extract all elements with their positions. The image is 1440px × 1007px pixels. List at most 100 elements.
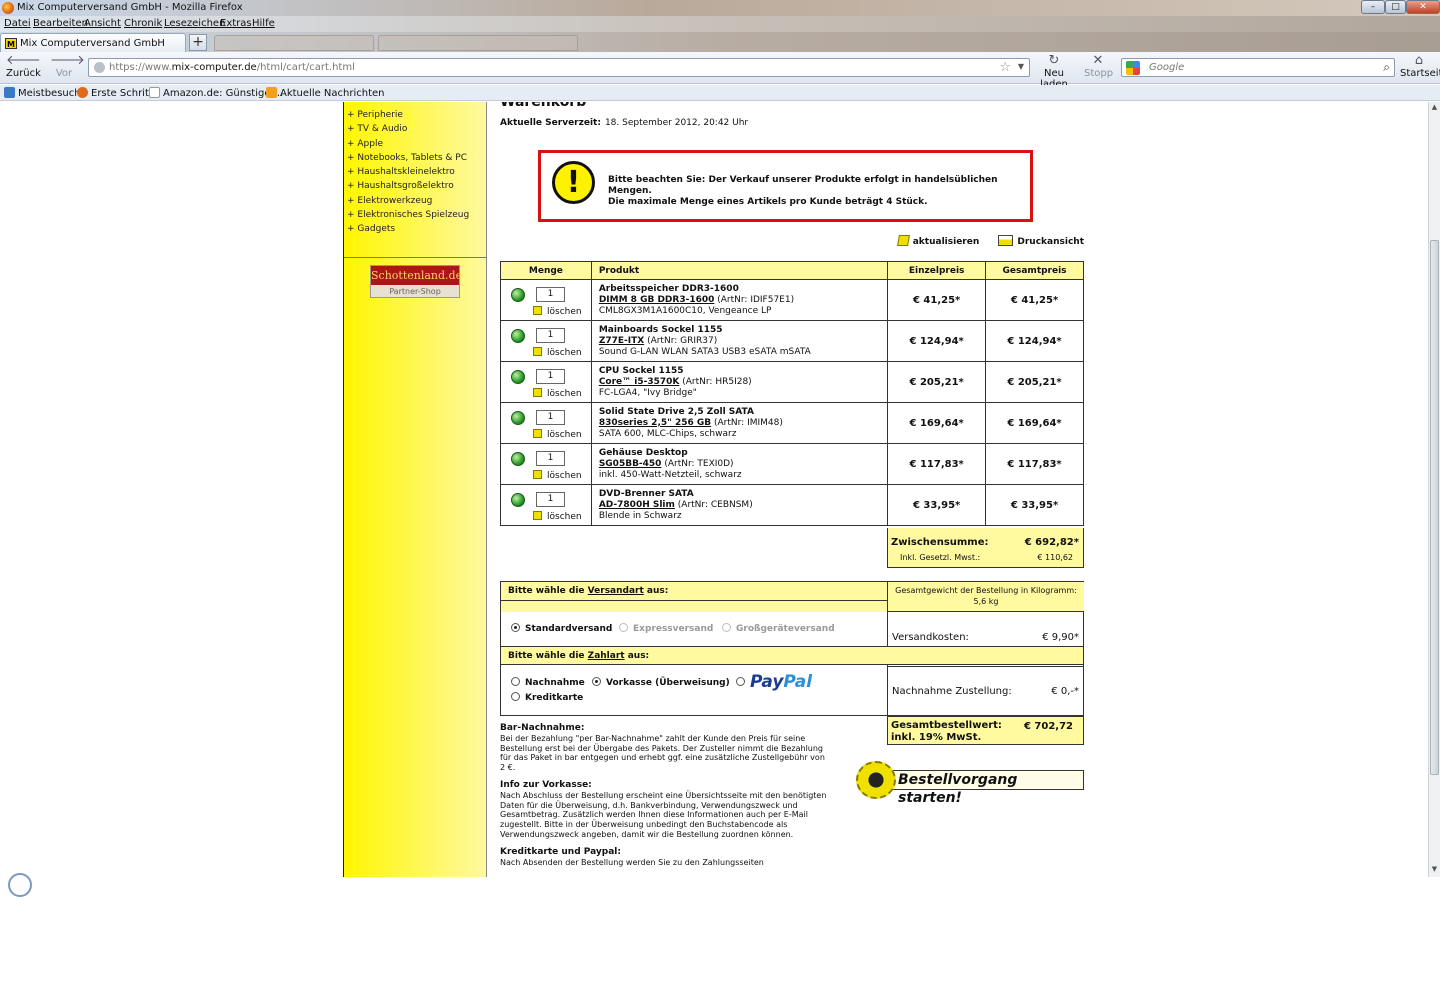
- info-text: Nach Absenden der Bestellung werden Sie …: [500, 857, 764, 867]
- payment-creditcard-radio[interactable]: Kreditkarte: [511, 692, 583, 703]
- bookmark-meistbesucht[interactable]: Meistbesucht: [4, 87, 85, 99]
- help-circle-icon[interactable]: [8, 873, 32, 897]
- quantity-input[interactable]: 1: [536, 369, 565, 384]
- search-box[interactable]: Google ⌕: [1121, 58, 1395, 77]
- category-link[interactable]: + TV & Audio: [347, 122, 469, 136]
- product-link[interactable]: DIMM 8 GB DDR3-1600: [599, 295, 715, 305]
- maximize-button[interactable]: □: [1385, 0, 1406, 14]
- total-vat-note: inkl. 19% MwSt.: [891, 732, 982, 743]
- update-qty-icon[interactable]: [511, 493, 525, 507]
- total-label: Gesamtbestellwert:: [891, 720, 1002, 731]
- delete-item-link[interactable]: löschen: [533, 306, 582, 317]
- back-button[interactable]: 🡐 Zurück: [6, 54, 41, 80]
- menu-extras[interactable]: Extras: [220, 18, 252, 29]
- home-button[interactable]: ⌂ Startseite: [1400, 54, 1440, 80]
- delete-item-link[interactable]: löschen: [533, 429, 582, 440]
- scroll-down-icon[interactable]: ▼: [1429, 865, 1440, 873]
- minimize-button[interactable]: –: [1361, 0, 1385, 14]
- category-link[interactable]: + Notebooks, Tablets & PC: [347, 151, 469, 165]
- site-identity-icon[interactable]: [94, 62, 105, 73]
- bookmark-erste-schritte[interactable]: Erste Schritte: [77, 87, 159, 99]
- new-tab-button[interactable]: +: [189, 34, 207, 51]
- quantity-input[interactable]: 1: [536, 492, 565, 507]
- versandart-link[interactable]: Versandart: [588, 586, 644, 596]
- payment-cod-radio[interactable]: Nachnahme: [511, 677, 585, 688]
- menu-ansicht[interactable]: Ansicht: [84, 18, 121, 29]
- product-link[interactable]: Core™ i5-3570K: [599, 377, 680, 387]
- blank-area: [0, 877, 1440, 1007]
- category-link[interactable]: + Apple: [347, 137, 469, 151]
- update-qty-icon[interactable]: [511, 452, 525, 466]
- delete-item-link[interactable]: löschen: [533, 511, 582, 522]
- update-qty-icon[interactable]: [511, 329, 525, 343]
- menu-bearbeiten[interactable]: Bearbeiten: [33, 18, 88, 29]
- shipping-payment-box: Bitte wähle die Versandart aus: Gesamtge…: [500, 581, 1084, 716]
- product-link[interactable]: Z77E-ITX: [599, 336, 644, 346]
- menu-lesezeichen[interactable]: Lesezeichen: [164, 18, 225, 29]
- delete-item-link[interactable]: löschen: [533, 347, 582, 358]
- unit-price: € 33,95*: [887, 484, 987, 526]
- menu-chronik[interactable]: Chronik: [124, 18, 162, 29]
- bookmark-star-icon[interactable]: ☆: [999, 60, 1011, 75]
- close-window-button[interactable]: ✕: [1406, 0, 1440, 14]
- product-cell: CPU Sockel 1155 Core™ i5-3570K (ArtNr: HR…: [590, 361, 889, 403]
- shipping-header: Bitte wähle die Versandart aus:: [501, 582, 887, 601]
- quantity-input[interactable]: 1: [536, 410, 565, 425]
- category-link[interactable]: + Haushaltskleinelektro: [347, 165, 469, 179]
- category-link[interactable]: + Elektronisches Spielzeug: [347, 208, 469, 222]
- vertical-scrollbar[interactable]: ▲ ▼: [1428, 102, 1440, 877]
- search-placeholder: Google: [1149, 62, 1185, 73]
- product-artnr: (ArtNr: IMIM48): [714, 417, 783, 428]
- bookmark-aktuelle-nachrichten[interactable]: Aktuelle Nachrichten: [266, 87, 385, 99]
- refresh-cart-link[interactable]: aktualisieren: [896, 235, 979, 247]
- background-tab[interactable]: [378, 35, 578, 51]
- category-link[interactable]: + Elektrowerkzeug: [347, 194, 469, 208]
- warning-icon: !: [552, 161, 595, 204]
- quantity-input[interactable]: 1: [536, 328, 565, 343]
- quantity-input[interactable]: 1: [536, 451, 565, 466]
- category-link[interactable]: + Gadgets: [347, 222, 469, 236]
- quantity-input[interactable]: 1: [536, 287, 565, 302]
- update-qty-icon[interactable]: [511, 370, 525, 384]
- subtotal-value: € 692,82*: [1024, 537, 1079, 548]
- weight-box: Gesamtgewicht der Bestellung in Kilogram…: [888, 582, 1084, 612]
- start-order-button[interactable]: Bestellvorgang starten!: [856, 758, 1084, 806]
- url-dropdown-icon[interactable]: ▼: [1018, 62, 1024, 71]
- cart-row: 1 löschen Gehäuse Desktop SG05BB-450 (ArtNr…: [500, 443, 1084, 485]
- delete-item-link[interactable]: löschen: [533, 388, 582, 399]
- shipping-cost-value: € 9,90*: [1042, 632, 1079, 643]
- stop-button[interactable]: ✕ Stopp: [1084, 54, 1113, 80]
- zahlart-link[interactable]: Zahlart: [588, 651, 625, 661]
- background-tab[interactable]: [214, 35, 374, 51]
- menu-hilfe[interactable]: Hilfe: [252, 18, 275, 29]
- shipping-standard-radio[interactable]: Standardversand: [511, 623, 612, 634]
- category-link[interactable]: + Haushaltsgroßelektro: [347, 179, 469, 193]
- tab-mix-computerversand[interactable]: M Mix Computerversand GmbH: [0, 33, 186, 52]
- forward-button[interactable]: 🡒 Vor: [50, 54, 85, 80]
- url-bar[interactable]: https://www.mix-computer.de/html/cart/ca…: [88, 58, 1030, 77]
- payment-paypal-radio[interactable]: [736, 677, 750, 688]
- shipping-bulky-radio[interactable]: Großgeräteversand: [722, 623, 835, 634]
- payment-prepayment-radio[interactable]: Vorkasse (Überweisung): [592, 677, 730, 688]
- paypal-logo[interactable]: PayPal: [750, 672, 812, 692]
- category-link[interactable]: + Peripherie: [347, 108, 469, 122]
- google-icon[interactable]: [1126, 61, 1140, 75]
- scroll-up-icon[interactable]: ▲: [1429, 103, 1440, 111]
- partner-shop-banner[interactable]: Schottenland.de Partner-Shop: [370, 265, 462, 298]
- url-text[interactable]: https://www.mix-computer.de/html/cart/ca…: [109, 62, 355, 73]
- shipping-express-radio[interactable]: Expressversand: [619, 623, 713, 634]
- bookmark-amazon[interactable]: Amazon.de: Günstige ...: [149, 87, 283, 99]
- scrollbar-thumb[interactable]: [1430, 240, 1439, 775]
- product-link[interactable]: AD-7800H Slim: [599, 500, 675, 510]
- info-heading: Bar-Nachnahme:: [500, 723, 585, 733]
- print-view-link[interactable]: Druckansicht: [988, 235, 1084, 247]
- product-link[interactable]: SG05BB-450: [599, 459, 662, 469]
- update-qty-icon[interactable]: [511, 411, 525, 425]
- line-total: € 33,95*: [985, 484, 1084, 526]
- product-link[interactable]: 830series 2,5" 256 GB: [599, 418, 711, 428]
- update-qty-icon[interactable]: [511, 288, 525, 302]
- menu-datei[interactable]: Datei: [4, 18, 31, 29]
- search-icon[interactable]: ⌕: [1383, 60, 1390, 75]
- notice-line: Bitte beachten Sie: Der Verkauf unserer …: [608, 175, 998, 196]
- delete-item-link[interactable]: löschen: [533, 470, 582, 481]
